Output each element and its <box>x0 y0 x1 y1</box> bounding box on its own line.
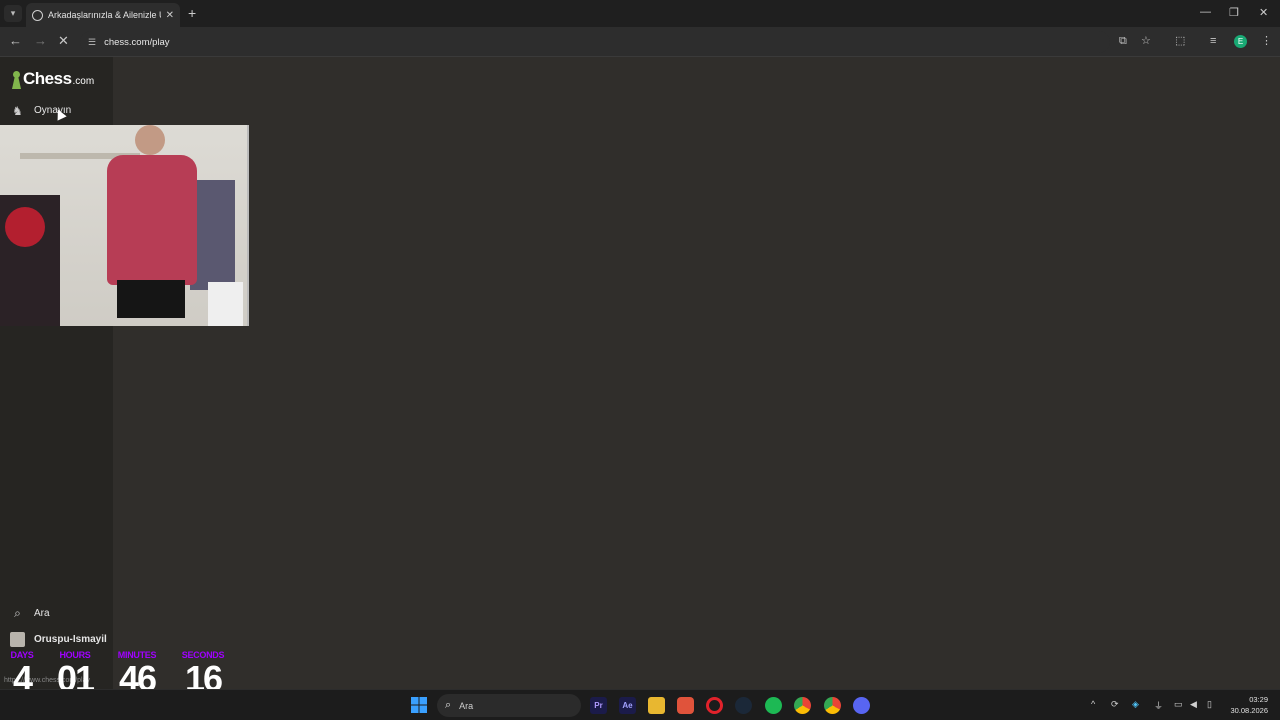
battery-icon[interactable]: ▯ <box>1207 699 1212 710</box>
taskbar-search[interactable]: ⌕ Ara <box>437 694 581 717</box>
steam-icon[interactable] <box>735 697 752 714</box>
streamer-shorts <box>117 280 185 318</box>
forward-button[interactable]: → <box>34 34 47 48</box>
microphone-icon[interactable]: ⏚ <box>1154 699 1163 712</box>
gaming-chair-accent <box>5 207 45 247</box>
file-explorer-icon[interactable] <box>648 697 665 714</box>
volume-icon[interactable]: ◀ <box>1190 699 1197 710</box>
sidebar-search-label: Ara <box>34 608 50 619</box>
taskbar-search-placeholder: Ara <box>459 700 474 711</box>
start-button[interactable] <box>410 696 428 714</box>
new-tab-button[interactable]: + <box>188 5 196 21</box>
chess-logo[interactable]: Chess .com <box>11 69 94 89</box>
pawn-logo-icon <box>11 71 22 89</box>
brave-browser-icon[interactable] <box>677 697 694 714</box>
tray-overflow-icon[interactable]: ^ <box>1091 699 1095 709</box>
spotify-icon[interactable] <box>765 697 782 714</box>
search-icon: ⌕ <box>14 606 21 620</box>
active-tab[interactable]: Arkadaşlarınızla & Ailenizle Üc ✕ <box>26 3 180 27</box>
streamer-head <box>135 125 165 155</box>
browser-tab-strip: ▾ Arkadaşlarınızla & Ailenizle Üc ✕ + — … <box>0 0 1280 27</box>
site-info-icon[interactable]: ☰ <box>88 37 96 48</box>
address-bar[interactable]: ☰ chess.com/play <box>80 31 1110 53</box>
play-board-icon: ♞ <box>12 103 23 118</box>
webcam-overlay <box>0 125 249 326</box>
back-button[interactable]: ← <box>9 34 22 48</box>
premiere-pro-icon[interactable]: Pr <box>590 697 607 714</box>
media-control-icon[interactable]: ≡ <box>1210 35 1216 47</box>
system-clock[interactable]: 03:29 30.08.2026 <box>1226 694 1268 716</box>
air-purifier <box>208 282 243 326</box>
network-icon[interactable]: ▭ <box>1174 699 1183 710</box>
browser-toolbar: ← → ✕ ☰ chess.com/play ⧉ ☆ ⬚ ≡ ⋮ <box>0 27 1280 57</box>
install-app-icon[interactable]: ⧉ <box>1119 35 1127 47</box>
streamer-shirt <box>107 155 197 285</box>
after-effects-icon[interactable]: Ae <box>619 697 636 714</box>
clock-time: 03:29 <box>1249 695 1268 704</box>
bookmark-star-icon[interactable]: ☆ <box>1141 35 1151 47</box>
chrome-icon[interactable] <box>794 697 811 714</box>
minimize-button[interactable]: — <box>1200 6 1211 18</box>
username: Oruspu-Ismayil <box>34 634 107 645</box>
clock-date: 30.08.2026 <box>1230 706 1268 715</box>
tray-defender-icon[interactable]: ◈ <box>1132 699 1139 710</box>
discord-icon[interactable] <box>853 697 870 714</box>
sidebar-profile[interactable]: Oruspu-Ismayil <box>10 632 107 647</box>
stop-loading-button[interactable]: ✕ <box>58 34 69 48</box>
restore-button[interactable]: ❐ <box>1229 6 1239 19</box>
user-avatar <box>10 632 25 647</box>
close-tab-icon[interactable]: ✕ <box>166 10 174 21</box>
close-window-button[interactable]: ✕ <box>1259 6 1268 19</box>
extensions-icon[interactable]: ⬚ <box>1175 35 1185 47</box>
windows-logo-icon <box>411 697 427 713</box>
logo-suffix: .com <box>72 76 95 87</box>
chrome-active-icon[interactable] <box>824 697 841 714</box>
opera-icon[interactable] <box>706 697 723 714</box>
taskbar: ⌕ Ara Pr Ae ^ ⟳ ◈ ⏚ ▭ ◀ ▯ 03:29 30.08.20… <box>0 689 1280 720</box>
url-text: chess.com/play <box>104 36 170 48</box>
search-icon: ⌕ <box>445 699 452 711</box>
browser-menu-icon[interactable]: ⋮ <box>1261 35 1272 47</box>
loading-favicon-icon <box>32 9 43 21</box>
sidebar-search[interactable]: ⌕ Ara <box>10 606 50 621</box>
tab-search-button[interactable]: ▾ <box>4 5 22 22</box>
tray-app-icon[interactable]: ⟳ <box>1111 699 1119 710</box>
profile-avatar[interactable]: E <box>1234 35 1247 48</box>
tab-title: Arkadaşlarınızla & Ailenizle Üc <box>48 10 161 20</box>
logo-wordmark: Chess <box>23 69 72 88</box>
